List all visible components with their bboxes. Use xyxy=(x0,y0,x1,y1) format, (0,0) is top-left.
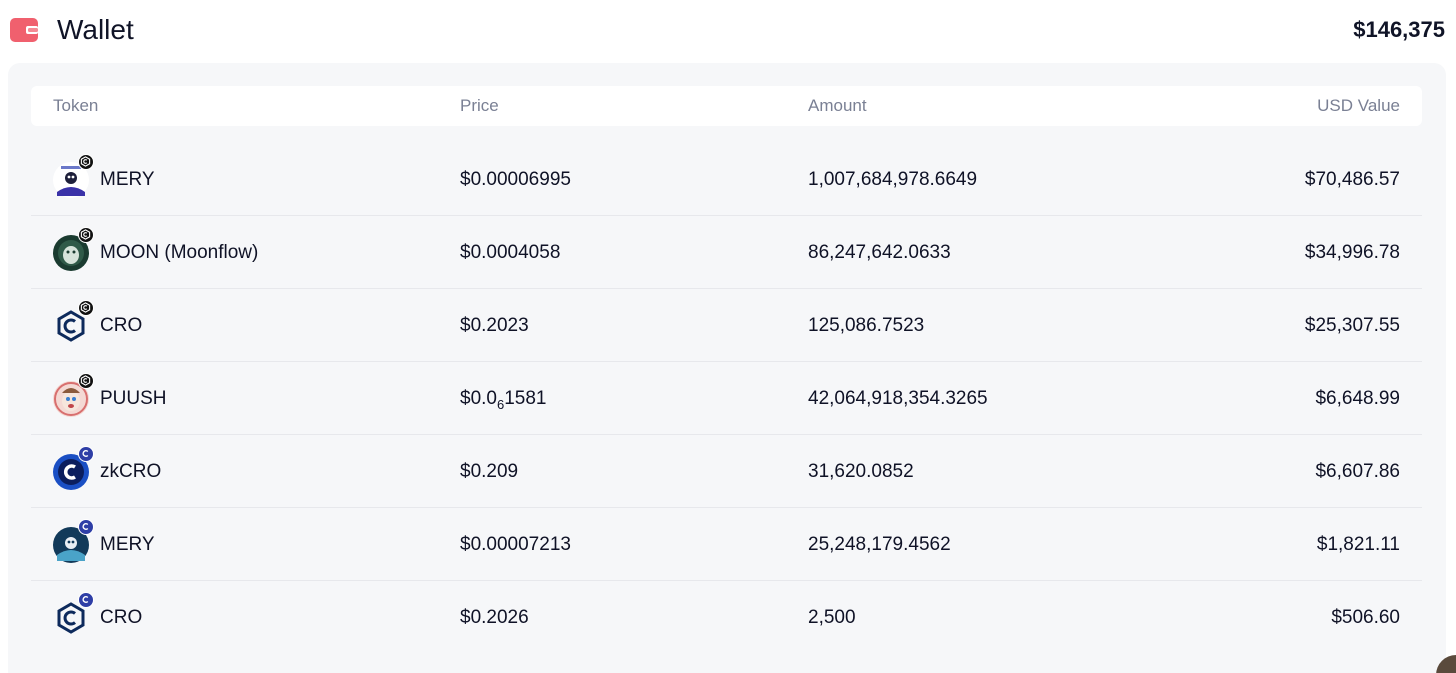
token-usd-value: $25,307.55 xyxy=(1304,315,1400,336)
token-price: $0.00007213 xyxy=(460,534,571,555)
cronos-zkevm-chain-icon xyxy=(78,446,94,462)
token-name: CRO xyxy=(100,315,143,336)
token-amount: 125,086.7523 xyxy=(808,315,925,336)
token-name: PUUSH xyxy=(100,388,167,409)
price-prefix: $0.0 xyxy=(460,388,497,409)
token-usd-value: $70,486.57 xyxy=(1304,169,1400,190)
cronos-zkevm-chain-icon xyxy=(78,592,94,608)
table-row[interactable]: CRO $0.2023 125,086.7523 $25,307.55 xyxy=(31,289,1422,362)
token-usd-value: $34,996.78 xyxy=(1304,242,1400,263)
token-amount: 86,247,642.0633 xyxy=(808,242,951,263)
column-header-amount[interactable]: Amount xyxy=(808,86,867,126)
table-row[interactable]: MOON (Moonflow) $0.0004058 86,247,642.06… xyxy=(31,216,1422,289)
token-price: $0.2023 xyxy=(460,315,529,336)
token-amount: 42,064,918,354.3265 xyxy=(808,388,988,409)
wallet-total-value: $146,375 xyxy=(1353,17,1445,42)
token-price: $0.2026 xyxy=(460,607,529,628)
token-amount: 31,620.0852 xyxy=(808,461,914,482)
cronos-chain-icon xyxy=(78,373,94,389)
token-amount: 25,248,179.4562 xyxy=(808,534,951,555)
table-row[interactable]: CRO $0.2026 2,500 $506.60 xyxy=(31,581,1422,654)
token-list: MERY $0.00006995 1,007,684,978.6649 $70,… xyxy=(31,143,1422,654)
token-name: CRO xyxy=(100,607,143,628)
page-title: Wallet xyxy=(57,14,134,45)
token-usd-value: $1,821.11 xyxy=(1316,534,1400,555)
table-row[interactable]: MERY $0.00007213 25,248,179.4562 $1,821.… xyxy=(31,508,1422,581)
price-suffix: 1581 xyxy=(504,388,547,409)
price-zero-count: 6 xyxy=(496,397,505,412)
cronos-chain-icon xyxy=(78,227,94,243)
token-name: MERY xyxy=(100,169,155,190)
cronos-chain-icon xyxy=(78,154,94,170)
token-price: $0.061581 xyxy=(460,362,547,436)
token-name: zkCRO xyxy=(100,461,162,482)
wallet-icon xyxy=(10,18,38,42)
token-name: MERY xyxy=(100,534,155,555)
token-amount: 1,007,684,978.6649 xyxy=(808,169,978,190)
table-row[interactable]: PUUSH $0.061581 42,064,918,354.3265 $6,6… xyxy=(31,362,1422,435)
cronos-chain-icon xyxy=(78,300,94,316)
token-amount: 2,500 xyxy=(808,607,856,628)
token-usd-value: $506.60 xyxy=(1331,607,1400,628)
table-row[interactable]: MERY $0.00006995 1,007,684,978.6649 $70,… xyxy=(31,143,1422,216)
table-header: Token Price Amount USD Value xyxy=(31,86,1422,126)
token-name: MOON (Moonflow) xyxy=(100,242,259,263)
token-usd-value: $6,648.99 xyxy=(1315,388,1400,409)
cronos-zkevm-chain-icon xyxy=(78,519,94,535)
token-usd-value: $6,607.86 xyxy=(1315,461,1400,482)
token-price: $0.00006995 xyxy=(460,169,571,190)
wallet-header: Wallet $146,375 xyxy=(0,0,1456,60)
table-row[interactable]: zkCRO $0.209 31,620.0852 $6,607.86 xyxy=(31,435,1422,508)
column-header-token[interactable]: Token xyxy=(53,86,98,126)
column-header-usd-value[interactable]: USD Value xyxy=(1317,86,1400,126)
token-table-panel: Token Price Amount USD Value MERY $0.000… xyxy=(8,63,1446,673)
token-price: $0.0004058 xyxy=(460,242,561,263)
token-price: $0.209 xyxy=(460,461,519,482)
column-header-price[interactable]: Price xyxy=(460,86,499,126)
